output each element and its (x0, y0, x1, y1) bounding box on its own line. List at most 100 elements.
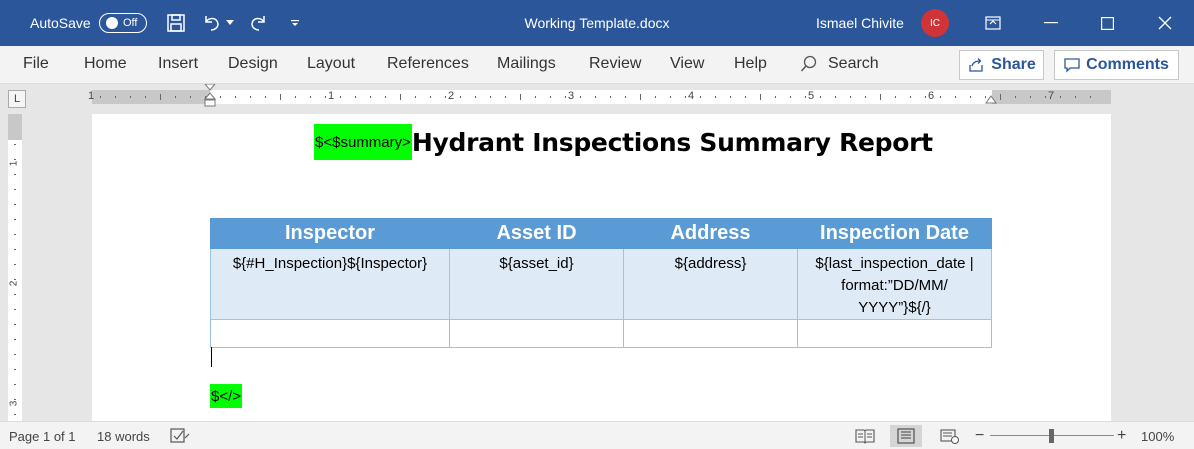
close-icon[interactable] (1136, 0, 1194, 46)
tab-mailings[interactable]: Mailings (497, 46, 556, 82)
ruler-label: 1 (8, 160, 20, 167)
zoom-in-button[interactable]: + (1117, 422, 1126, 449)
tab-selector[interactable]: L (8, 90, 26, 108)
ruler-tick (130, 96, 131, 98)
ruler-tick (250, 96, 251, 98)
table-cell[interactable] (623, 319, 798, 348)
ruler-tick (14, 189, 16, 190)
table-cell[interactable] (210, 319, 450, 348)
undo-icon[interactable] (200, 11, 224, 35)
tab-help[interactable]: Help (734, 46, 767, 82)
ruler-tick (700, 96, 701, 98)
table-header-row: Inspector Asset ID Address Inspection Da… (210, 218, 992, 249)
ruler-tick (14, 294, 16, 295)
ruler-tick (550, 96, 551, 98)
comment-icon (1064, 57, 1080, 73)
tab-layout[interactable]: Layout (307, 46, 355, 82)
end-placeholder[interactable]: $</> (210, 384, 243, 408)
tab-insert[interactable]: Insert (158, 46, 198, 82)
ruler-label: 2 (8, 280, 20, 287)
right-indent-marker-icon[interactable] (985, 93, 997, 105)
table-header-cell[interactable]: Address (623, 218, 798, 249)
share-label: Share (991, 56, 1036, 73)
inspections-table[interactable]: Inspector Asset ID Address Inspection Da… (210, 218, 992, 348)
summary-placeholder[interactable]: $<$summary> (314, 124, 412, 160)
ruler-tick (910, 96, 911, 98)
ruler-area: L 1 1 2 3 4 5 6 7 (0, 84, 1194, 112)
save-icon[interactable] (164, 11, 188, 35)
user-name[interactable]: Ismael Chivite (816, 0, 904, 46)
table-cell[interactable]: ${last_inspection_date | format:”DD/MM/ … (797, 248, 992, 320)
table-cell[interactable]: ${asset_id} (449, 248, 624, 320)
document-page[interactable]: $<$summary> Hydrant Inspections Summary … (92, 114, 1111, 421)
ruler-tick (310, 96, 311, 98)
table-cell[interactable]: ${#H_Inspection}${Inspector} (210, 248, 450, 320)
ruler-tick (535, 96, 536, 98)
share-button[interactable]: Share (959, 50, 1044, 80)
comments-button[interactable]: Comments (1054, 50, 1179, 80)
zoom-slider-thumb[interactable] (1049, 429, 1054, 443)
search-box[interactable]: Search (800, 46, 879, 82)
table-header-cell[interactable]: Inspection Date (797, 218, 992, 249)
maximize-icon[interactable] (1078, 0, 1136, 46)
ruler-tick (190, 96, 191, 98)
ruler-tick (490, 96, 491, 98)
ruler-tick (880, 94, 881, 100)
indent-marker-icon[interactable] (204, 84, 216, 112)
print-layout-icon[interactable] (896, 422, 916, 449)
ruler-tick (325, 96, 326, 98)
undo-dropdown-icon[interactable] (222, 11, 238, 35)
ruler-tick (925, 96, 926, 98)
search-label: Search (828, 55, 879, 72)
tab-home[interactable]: Home (84, 46, 127, 82)
ribbon-tabs: File Home Insert Design Layout Reference… (0, 46, 1194, 84)
tab-design[interactable]: Design (228, 46, 278, 82)
ruler-tick (670, 96, 671, 98)
ruler-tick (100, 96, 101, 98)
ruler-tick (265, 96, 266, 98)
minimize-icon[interactable] (1022, 0, 1080, 46)
ribbon-display-options-icon[interactable] (964, 0, 1022, 46)
tab-file[interactable]: File (23, 46, 49, 82)
table-header-cell[interactable]: Inspector (210, 218, 450, 249)
table-header-cell[interactable]: Asset ID (449, 218, 624, 249)
ruler-tick (1000, 94, 1001, 100)
tab-references[interactable]: References (387, 46, 469, 82)
proofing-icon[interactable] (170, 422, 190, 449)
ruler-tick (14, 354, 16, 355)
word-count[interactable]: 18 words (97, 422, 150, 449)
autosave-toggle[interactable]: Off (99, 13, 147, 33)
tab-review[interactable]: Review (589, 46, 641, 82)
toggle-knob (106, 17, 118, 29)
table-cell[interactable] (797, 319, 992, 348)
page-count[interactable]: Page 1 of 1 (9, 422, 76, 449)
ruler-tick (1090, 96, 1091, 98)
zoom-out-button[interactable]: − (975, 422, 984, 449)
read-mode-icon[interactable] (855, 422, 875, 449)
ruler-tick (760, 94, 761, 100)
ruler-tick (385, 96, 386, 98)
ruler-tick (355, 96, 356, 98)
ruler-tick (565, 96, 566, 98)
horizontal-ruler[interactable]: 1 1 2 3 4 5 6 7 (88, 84, 1111, 107)
vertical-ruler[interactable]: 1 2 3 (8, 114, 22, 421)
customize-toolbar-icon[interactable] (283, 11, 307, 35)
ruler-tick (175, 96, 176, 98)
table-cell[interactable]: ${address} (623, 248, 798, 320)
ruler-tick (14, 159, 16, 160)
document-heading[interactable]: Hydrant Inspections Summary Report (412, 128, 933, 157)
ruler-tick (295, 96, 296, 98)
ruler-label: 3 (568, 90, 575, 102)
web-layout-icon[interactable] (940, 422, 960, 449)
table-cell[interactable] (449, 319, 624, 348)
tab-view[interactable]: View (670, 46, 704, 82)
ruler-tick (1060, 96, 1061, 98)
ruler-tick (625, 96, 626, 98)
autosave-state: Off (123, 17, 138, 29)
ruler-tick (14, 399, 16, 400)
ruler-tick (1075, 96, 1076, 98)
zoom-level[interactable]: 100% (1141, 422, 1174, 449)
avatar[interactable]: IC (921, 9, 949, 37)
ruler-tick (340, 96, 341, 98)
redo-icon[interactable] (246, 11, 270, 35)
